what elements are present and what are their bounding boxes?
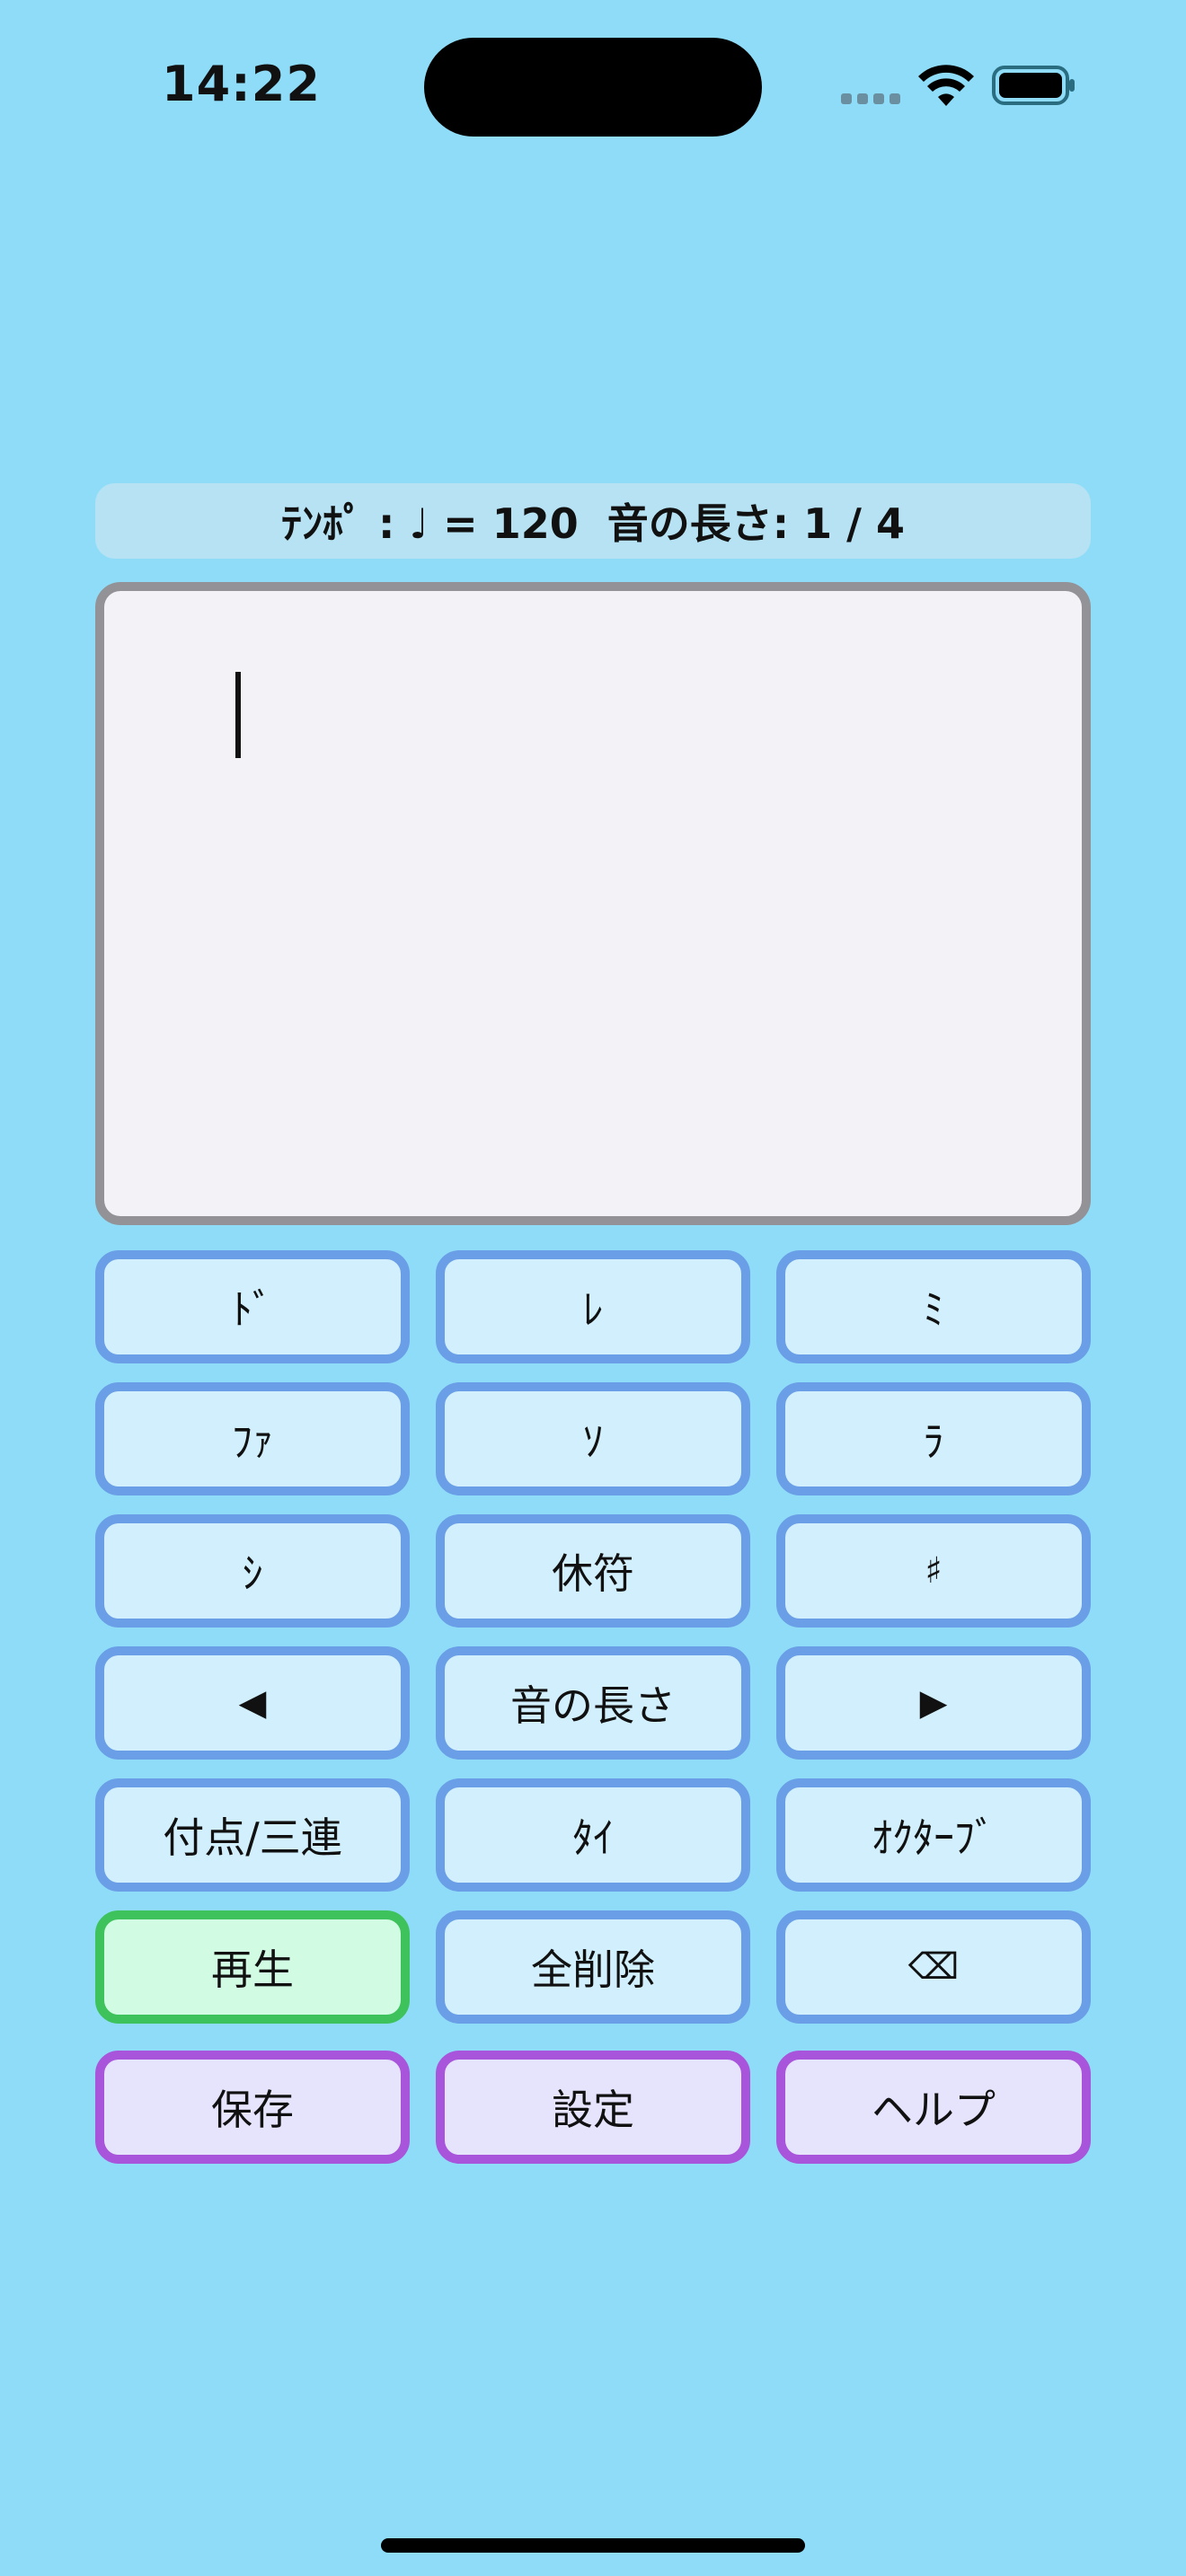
play-button[interactable]: 再生 [95, 1910, 410, 2024]
text-cursor [235, 672, 241, 758]
signal-icon [841, 93, 900, 104]
key-la[interactable]: ﾗ [776, 1382, 1091, 1495]
key-re[interactable]: ﾚ [436, 1250, 750, 1363]
key-do[interactable]: ﾄﾞ [95, 1250, 410, 1363]
octave-button[interactable]: ｵｸﾀｰﾌﾞ [776, 1778, 1091, 1892]
key-si[interactable]: ｼ [95, 1514, 410, 1628]
key-fa[interactable]: ﾌｧ [95, 1382, 410, 1495]
dot-triplet-button[interactable]: 付点/三連 [95, 1778, 410, 1892]
settings-button[interactable]: 設定 [436, 2051, 750, 2164]
save-button[interactable]: 保存 [95, 2051, 410, 2164]
dynamic-island [424, 38, 762, 137]
home-indicator[interactable] [381, 2538, 805, 2553]
tie-button[interactable]: ﾀｲ [436, 1778, 750, 1892]
help-button[interactable]: ヘルプ [776, 2051, 1091, 2164]
note-length-button[interactable]: 音の長さ [436, 1646, 750, 1760]
backspace-button[interactable]: ⌫ [776, 1910, 1091, 2024]
key-sharp[interactable]: ♯ [776, 1514, 1091, 1628]
wifi-icon [918, 65, 974, 106]
cursor-right-button[interactable]: ▶ [776, 1646, 1091, 1760]
status-time: 14:22 [162, 56, 321, 112]
clear-all-button[interactable]: 全削除 [436, 1910, 750, 2024]
score-editor[interactable] [95, 582, 1091, 1225]
key-so[interactable]: ｿ [436, 1382, 750, 1495]
battery-icon [992, 66, 1075, 105]
tempo-note-length-bar: ﾃﾝﾎﾟ : ♩ = 120 音の長さ: 1 / 4 [95, 483, 1091, 559]
key-mi[interactable]: ﾐ [776, 1250, 1091, 1363]
cursor-left-button[interactable]: ◀ [95, 1646, 410, 1760]
key-rest[interactable]: 休符 [436, 1514, 750, 1628]
